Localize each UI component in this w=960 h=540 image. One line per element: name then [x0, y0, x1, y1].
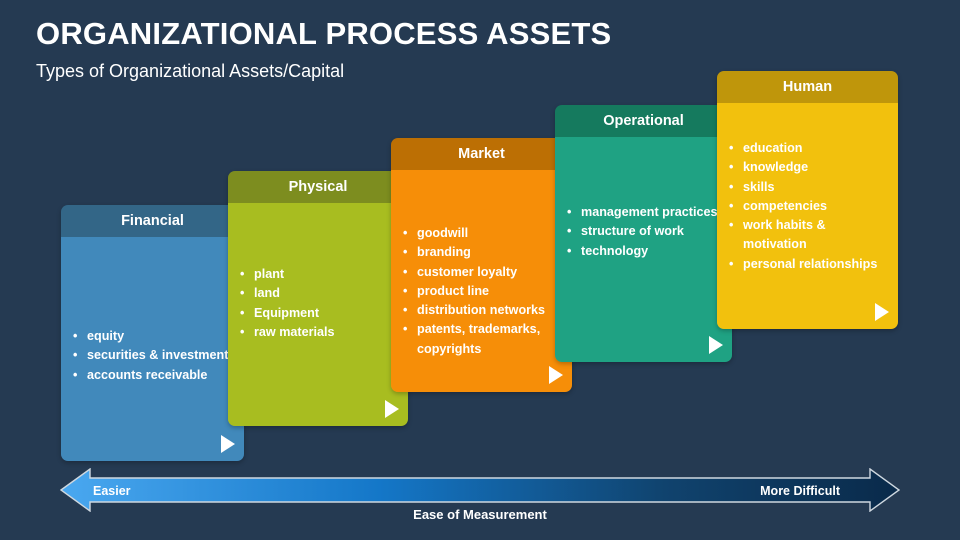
card-financial-list: equity securities & investments accounts…	[71, 327, 236, 385]
list-item: competencies	[727, 197, 890, 217]
card-physical[interactable]: Physical plant land Equipment raw materi…	[228, 171, 408, 426]
list-item: plant	[238, 265, 400, 285]
play-triangle-icon[interactable]	[385, 400, 399, 418]
card-financial-title: Financial	[121, 213, 184, 229]
list-item: structure of work	[565, 222, 724, 242]
play-triangle-icon[interactable]	[875, 303, 889, 321]
ease-of-measurement-scale: Easier More Difficult	[60, 468, 900, 512]
list-item: equity	[71, 327, 236, 347]
card-physical-header: Physical	[228, 171, 408, 203]
ease-label-easier: Easier	[93, 484, 131, 498]
list-item: management practices	[565, 203, 724, 223]
list-item: customer loyalty	[401, 263, 564, 283]
card-market[interactable]: Market goodwill branding customer loyalt…	[391, 138, 572, 392]
card-financial[interactable]: Financial equity securities & investment…	[61, 205, 244, 461]
list-item: personal relationships	[727, 255, 890, 275]
card-market-body: goodwill branding customer loyalty produ…	[391, 170, 572, 392]
list-item: skills	[727, 178, 890, 198]
list-item: goodwill	[401, 224, 564, 244]
card-physical-list: plant land Equipment raw materials	[238, 265, 400, 342]
list-item: technology	[565, 242, 724, 262]
card-market-header: Market	[391, 138, 572, 170]
list-item: raw materials	[238, 323, 400, 343]
play-triangle-icon[interactable]	[221, 435, 235, 453]
list-item: land	[238, 284, 400, 304]
list-item: product line	[401, 282, 564, 302]
play-triangle-icon[interactable]	[549, 366, 563, 384]
card-physical-body: plant land Equipment raw materials	[228, 203, 408, 426]
card-financial-body: equity securities & investments accounts…	[61, 237, 244, 461]
list-item: branding	[401, 243, 564, 263]
card-physical-title: Physical	[288, 179, 348, 195]
page-subtitle: Types of Organizational Assets/Capital	[36, 61, 345, 81]
list-item: education	[727, 139, 890, 159]
card-financial-header: Financial	[61, 205, 244, 237]
card-operational-header: Operational	[555, 105, 732, 137]
card-human-list: education knowledge skills competencies …	[727, 139, 890, 274]
list-item: distribution networks	[401, 301, 564, 321]
card-operational-body: management practices structure of work t…	[555, 137, 732, 362]
play-triangle-icon[interactable]	[709, 336, 723, 354]
list-item: work habits & motivation	[727, 216, 890, 255]
card-human-title: Human	[782, 79, 833, 95]
list-item: Equipment	[238, 304, 400, 324]
ease-label-more-difficult: More Difficult	[760, 484, 840, 498]
card-market-title: Market	[458, 146, 505, 162]
card-human-header: Human	[717, 71, 898, 103]
card-operational-title: Operational	[603, 113, 684, 129]
card-operational[interactable]: Operational management practices structu…	[555, 105, 732, 362]
list-item: securities & investments	[71, 346, 236, 366]
card-human-body: education knowledge skills competencies …	[717, 103, 898, 329]
list-item: accounts receivable	[71, 366, 236, 386]
card-operational-list: management practices structure of work t…	[565, 203, 724, 261]
card-market-list: goodwill branding customer loyalty produ…	[401, 224, 564, 359]
card-human[interactable]: Human education knowledge skills compete…	[717, 71, 898, 329]
page-title: ORGANIZATIONAL PROCESS ASSETS	[36, 16, 612, 51]
list-item: patents, trademarks, copyrights	[401, 320, 564, 359]
ease-of-measurement-caption: Ease of Measurement	[413, 507, 547, 522]
list-item: knowledge	[727, 158, 890, 178]
